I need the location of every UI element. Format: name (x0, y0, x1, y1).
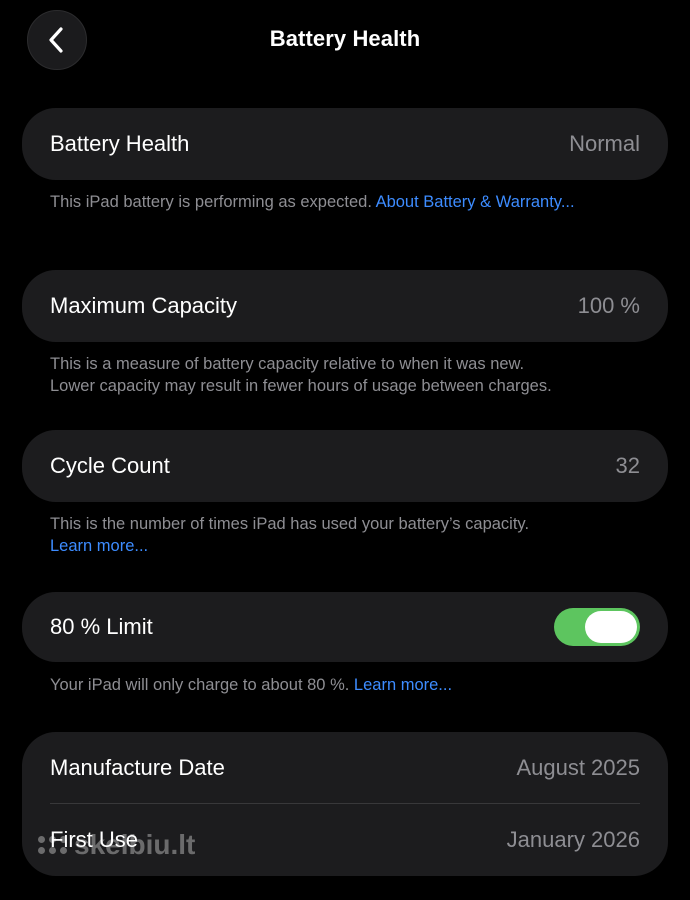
maximum-capacity-label: Maximum Capacity (50, 293, 238, 318)
cycle-count-row: Cycle Count 32 (22, 430, 668, 502)
manufacture-card: Manufacture Date August 2025 First Use J… (22, 732, 668, 876)
cycle-count-label: Cycle Count (50, 453, 170, 478)
cycle-count-card: Cycle Count 32 (22, 430, 668, 502)
limit-80-label: 80 % Limit (50, 614, 153, 639)
limit-80-footnote-text: Your iPad will only charge to about 80 %… (50, 676, 354, 694)
toggle-knob (585, 611, 637, 643)
limit-80-footnote: Your iPad will only charge to about 80 %… (50, 674, 650, 696)
battery-health-footnote: This iPad battery is performing as expec… (50, 191, 590, 213)
cycle-count-footnote: This is the number of times iPad has use… (50, 513, 650, 557)
manufacture-date-label: Manufacture Date (50, 755, 225, 780)
manufacture-date-value: August 2025 (516, 755, 640, 780)
limit-80-card: 80 % Limit (22, 592, 668, 662)
maximum-capacity-footnote-line1: This is a measure of battery capacity re… (50, 355, 525, 373)
limit-80-row: 80 % Limit (22, 592, 668, 662)
maximum-capacity-row: Maximum Capacity 100 % (22, 270, 668, 342)
cycle-count-footnote-text: This is the number of times iPad has use… (50, 515, 530, 533)
first-use-row: First Use January 2026 (22, 804, 668, 876)
first-use-value: January 2026 (506, 827, 640, 852)
page-title: Battery Health (269, 26, 421, 51)
about-battery-warranty-link[interactable]: About Battery & Warranty... (376, 193, 575, 211)
battery-health-value: Normal (569, 131, 640, 156)
maximum-capacity-card: Maximum Capacity 100 % (22, 270, 668, 342)
limit-80-toggle[interactable] (554, 608, 640, 646)
cycle-count-learn-more-link[interactable]: Learn more... (50, 535, 650, 557)
manufacture-date-row: Manufacture Date August 2025 (22, 732, 668, 804)
battery-health-label: Battery Health (50, 131, 190, 156)
maximum-capacity-footnote: This is a measure of battery capacity re… (50, 353, 650, 397)
battery-health-card: Battery Health Normal (22, 108, 668, 180)
battery-health-footnote-text: This iPad battery is performing as expec… (50, 193, 376, 211)
cycle-count-value: 32 (615, 453, 640, 478)
battery-health-row: Battery Health Normal (22, 108, 668, 180)
first-use-label: First Use (50, 827, 138, 852)
maximum-capacity-value: 100 % (577, 293, 640, 318)
limit-80-learn-more-link[interactable]: Learn more... (354, 676, 452, 694)
maximum-capacity-footnote-line2: Lower capacity may result in fewer hours… (50, 377, 552, 395)
